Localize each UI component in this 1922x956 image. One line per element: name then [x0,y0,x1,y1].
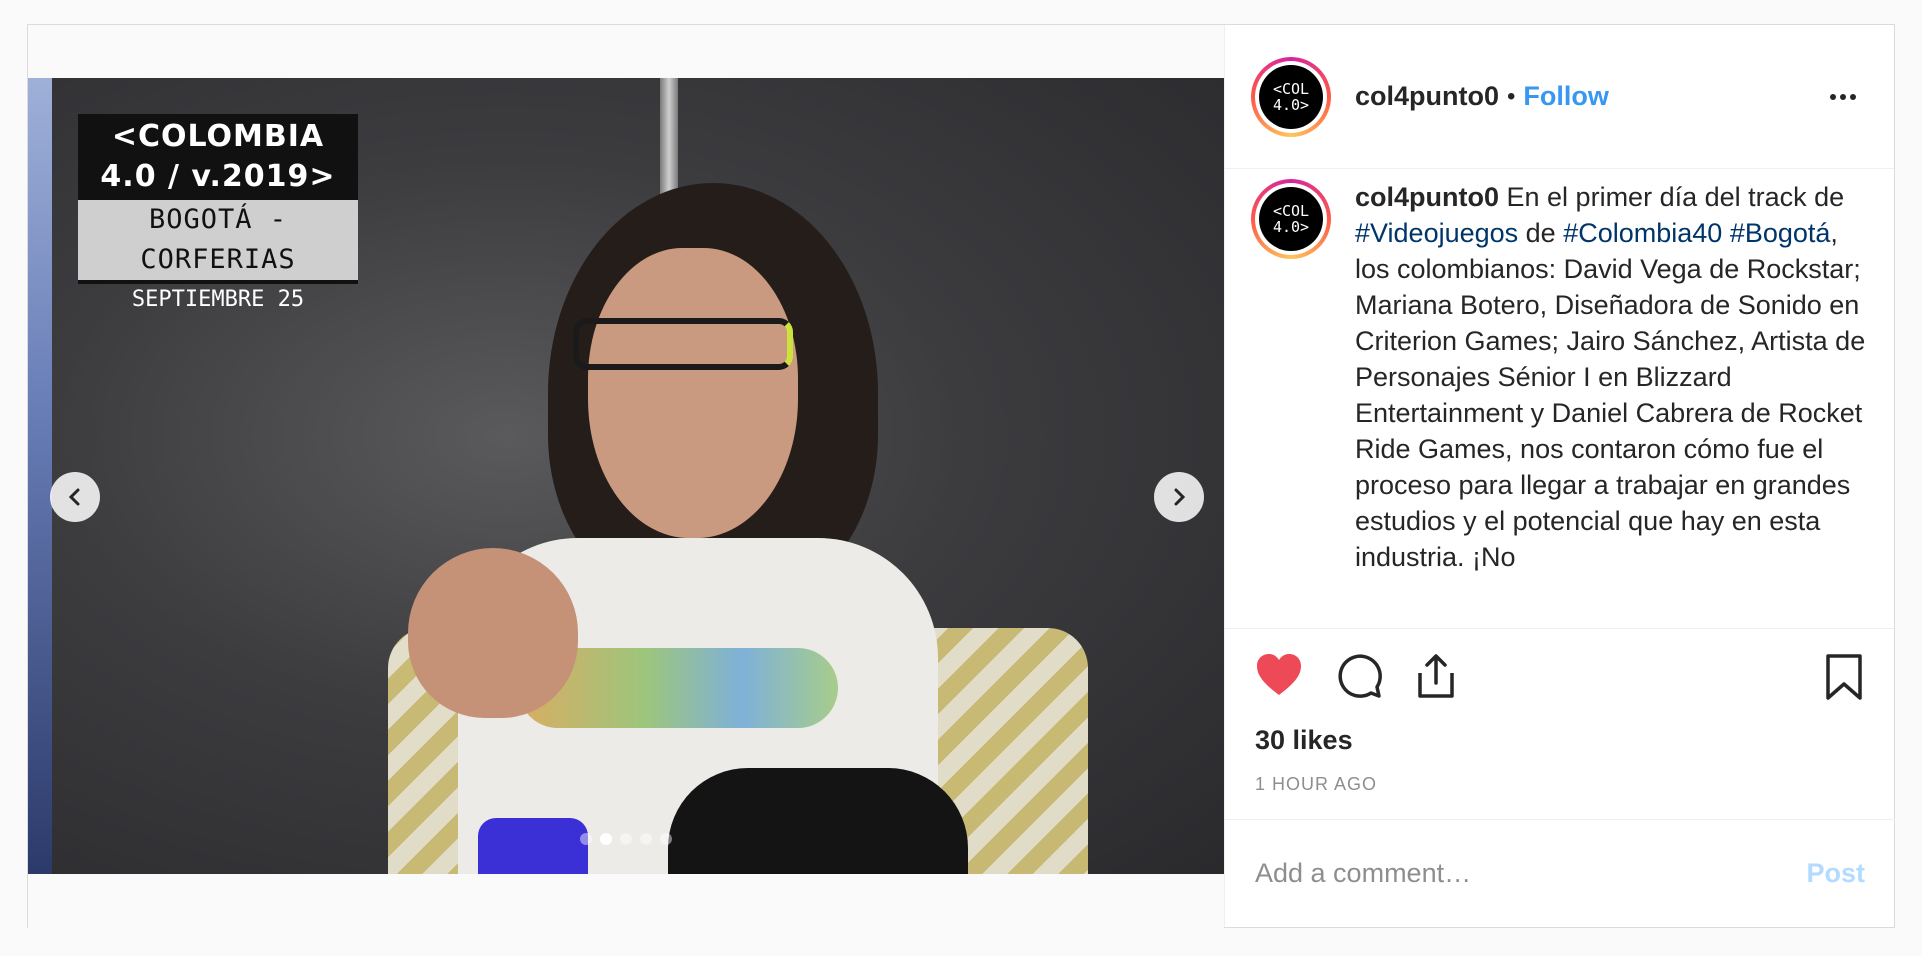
avatar-ring: <COL 4.0> [1255,60,1327,133]
speaker-legs [668,768,968,874]
comment-icon[interactable] [1337,653,1383,699]
avatar-logo: <COL 4.0> [1259,64,1323,129]
follow-button[interactable]: Follow [1523,81,1608,112]
comment-form: Post [1225,819,1895,927]
post-comment-button[interactable]: Post [1806,858,1865,889]
avatar-text-2: 4.0> [1272,218,1310,236]
carousel-next-button[interactable] [1154,472,1204,522]
speaker-face [588,248,798,538]
heart-icon[interactable] [1255,653,1303,697]
post-timestamp[interactable]: 1 HOUR AGO [1255,774,1377,795]
avatar[interactable]: <COL 4.0> [1251,56,1331,137]
banner-line-2: 4.0 / v.2019> [100,159,336,194]
avatar-text-1: <COL [1272,202,1310,220]
carousel-prev-button[interactable] [50,472,100,522]
banner-line-4: SEPTIEMBRE 25 [131,287,305,312]
speaker-hand [408,548,578,718]
carousel-dot [620,833,632,845]
username-link[interactable]: col4punto0 [1355,81,1499,112]
speaker-phone [478,818,588,874]
hashtag-colombia40[interactable]: #Colombia40 [1563,218,1722,248]
comment-input[interactable] [1255,858,1807,889]
more-icon-dot [1840,94,1846,100]
post-photo[interactable]: <COLOMBIA 4.0 / v.2019> BOGOTÁ - CORFERI… [28,78,1224,874]
more-icon-dot [1850,94,1856,100]
more-options-button[interactable] [1830,85,1864,109]
bookmark-icon[interactable] [1824,653,1864,701]
caption-avatar[interactable]: <COL 4.0> [1251,179,1331,259]
avatar-text-2: 4.0> [1272,95,1310,114]
banner-line-1: <COLOMBIA [111,119,325,154]
backdrop-strip [28,78,52,874]
avatar-logo: <COL 4.0> [1259,187,1323,251]
event-banner: <COLOMBIA 4.0 / v.2019> BOGOTÁ - CORFERI… [78,114,358,312]
post-header: <COL 4.0> col4punto0 • Follow [1225,25,1894,169]
hashtag-videojuegos[interactable]: #Videojuegos [1355,218,1518,248]
chevron-right-icon [1174,488,1186,506]
more-icon [1830,94,1836,100]
avatar-ring: <COL 4.0> [1255,183,1327,255]
caption-part-1: En el primer día del track de [1499,182,1845,212]
caption-part-3 [1722,218,1730,248]
carousel-dot [640,833,652,845]
separator-dot: • [1507,82,1516,110]
share-icon[interactable] [1415,653,1457,699]
likes-count[interactable]: 30 likes [1255,725,1353,756]
carousel-dot [600,833,612,845]
instagram-post: <COLOMBIA 4.0 / v.2019> BOGOTÁ - CORFERI… [27,24,1895,929]
caption-section: <COL 4.0> col4punto0 En el primer día de… [1225,169,1894,629]
actions-section: 30 likes 1 HOUR AGO Post [1225,629,1895,889]
post-sidebar: <COL 4.0> col4punto0 • Follow <COL 4.0> [1224,25,1895,927]
carousel-dot [580,833,592,845]
banner-line-3: BOGOTÁ - CORFERIAS [78,200,358,280]
speaker-glasses [573,318,793,370]
caption-text: col4punto0 En el primer día del track de… [1355,179,1868,628]
caption-part-2: de [1518,218,1564,248]
chevron-left-icon [68,488,80,506]
media-area: <COLOMBIA 4.0 / v.2019> BOGOTÁ - CORFERI… [28,25,1224,929]
caption-part-4: , los colombianos: David Vega de Rocksta… [1355,218,1866,572]
caption-username-link[interactable]: col4punto0 [1355,182,1499,212]
carousel-dot [660,833,672,845]
avatar-text-1: <COL [1272,79,1310,98]
hashtag-bogota[interactable]: #Bogotá [1730,218,1831,248]
carousel-dots [28,833,1224,845]
